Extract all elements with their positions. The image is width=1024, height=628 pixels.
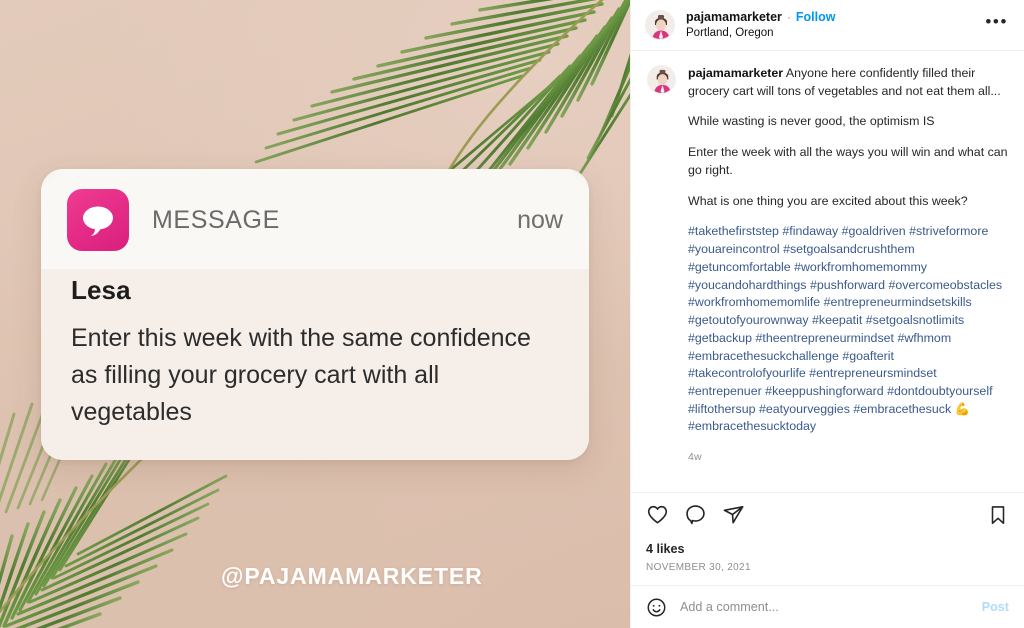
hashtag[interactable]: #youareincontrol	[688, 242, 780, 256]
post-actions: 4 likes NOVEMBER 30, 2021	[631, 492, 1024, 573]
caption-paragraph-0: pajamamarketer Anyone here confidently f…	[688, 65, 1008, 100]
hashtag[interactable]: #embracethesuck 💪	[853, 402, 970, 416]
hashtag[interactable]: #entrepreneursmindset	[809, 366, 936, 380]
hashtag[interactable]: #striveformore	[909, 224, 988, 238]
hashtag[interactable]: #youcandohardthings	[688, 278, 807, 292]
likes-count[interactable]: 4 likes	[646, 542, 1009, 556]
hashtag[interactable]: #pushforward	[810, 278, 885, 292]
hashtag[interactable]: #takethefirststep	[688, 224, 779, 238]
notification-app-label: MESSAGE	[152, 205, 280, 234]
post-author-username[interactable]: pajamamarketer	[686, 10, 782, 25]
hashtag[interactable]: #overcomeobstacles	[888, 278, 1002, 292]
caption-paragraph-3: What is one thing you are excited about …	[688, 193, 968, 208]
post-location[interactable]: Portland, Oregon	[686, 27, 983, 41]
action-icon-row	[646, 503, 1009, 531]
comment-icon[interactable]	[684, 503, 707, 531]
notification-header: MESSAGE now	[41, 169, 589, 269]
separator-dot: ·	[786, 9, 791, 24]
post-date: NOVEMBER 30, 2021	[646, 562, 751, 573]
post-header-text: pajamamarketer · Follow Portland, Oregon	[686, 10, 983, 41]
comment-input[interactable]	[680, 600, 982, 614]
hashtag[interactable]: #keepatit	[812, 313, 862, 327]
message-bubble-icon	[67, 189, 129, 251]
hashtag[interactable]: #goaldriven	[842, 224, 906, 238]
hashtag[interactable]: #findaway	[782, 224, 838, 238]
follow-button[interactable]: Follow	[796, 10, 836, 25]
hashtag[interactable]: #dontdoubtyourself	[887, 384, 992, 398]
more-options-icon[interactable]: •••	[983, 13, 1010, 33]
comment-bar: Post	[631, 585, 1024, 628]
hashtag[interactable]: #eatyourveggies	[759, 402, 850, 416]
notification-message: Enter this week with the same confidence…	[71, 324, 531, 426]
media-watermark: @PAJAMAMARKETER	[221, 563, 483, 589]
caption-paragraph-2: Enter the week with all the ways you wil…	[688, 145, 1008, 177]
notification-card: MESSAGE now Lesa Enter this week with th…	[41, 169, 589, 461]
notification-body: Lesa Enter this week with the same confi…	[41, 269, 589, 461]
avatar[interactable]	[645, 10, 675, 40]
hashtag[interactable]: #embracethesuckchallenge	[688, 349, 839, 363]
share-icon[interactable]	[722, 503, 745, 531]
notification-sender: Lesa	[71, 275, 131, 305]
post-media[interactable]: MESSAGE now Lesa Enter this week with th…	[0, 0, 630, 628]
post-header: pajamamarketer · Follow Portland, Oregon…	[631, 0, 1024, 51]
hashtag[interactable]: #setgoalsnotlimits	[866, 313, 964, 327]
hashtag[interactable]: #entrepenuer	[688, 384, 762, 398]
caption-paragraph-1: While wasting is never good, the optimis…	[688, 114, 935, 129]
hashtag-list: #takethefirststep #findaway #goaldriven …	[688, 223, 1008, 436]
post-sidebar: pajamamarketer · Follow Portland, Oregon…	[630, 0, 1024, 628]
hashtag[interactable]: #getbackup	[688, 331, 752, 345]
caption-timestamp: 4w	[688, 451, 702, 464]
hashtag[interactable]: #getoutofyourownway	[688, 313, 809, 327]
hashtag[interactable]: #getuncomfortable	[688, 260, 791, 274]
hashtag[interactable]: #wfhmom	[897, 331, 951, 345]
hashtag[interactable]: #takecontrolofyourlife	[688, 366, 806, 380]
post-caption-area: pajamamarketer Anyone here confidently f…	[631, 51, 1024, 492]
hashtag[interactable]: #liftothersup	[688, 402, 756, 416]
caption-text: pajamamarketer Anyone here confidently f…	[688, 65, 1008, 463]
hashtag[interactable]: #workfromhomemomlife	[688, 295, 820, 309]
bookmark-icon[interactable]	[987, 504, 1009, 531]
heart-icon[interactable]	[646, 503, 669, 531]
hashtag[interactable]: #theentrepreneurmindset	[756, 331, 894, 345]
hashtag[interactable]: #entrepreneurmindsetskills	[824, 295, 972, 309]
hashtag[interactable]: #workfromhomemommy	[794, 260, 927, 274]
hashtag[interactable]: #keeppushingforward	[765, 384, 883, 398]
hashtag[interactable]: #setgoalsandcrushthem	[783, 242, 915, 256]
hashtag[interactable]: #goafterit	[842, 349, 894, 363]
caption-avatar[interactable]	[647, 65, 676, 94]
instagram-post-view: MESSAGE now Lesa Enter this week with th…	[0, 0, 1024, 628]
notification-timestamp: now	[517, 205, 563, 234]
caption-row: pajamamarketer Anyone here confidently f…	[647, 65, 1008, 463]
emoji-smiley-icon[interactable]	[646, 597, 667, 618]
hashtag[interactable]: #embracethesucktoday	[688, 419, 816, 433]
post-comment-button[interactable]: Post	[982, 600, 1009, 614]
caption-username[interactable]: pajamamarketer	[688, 66, 783, 80]
